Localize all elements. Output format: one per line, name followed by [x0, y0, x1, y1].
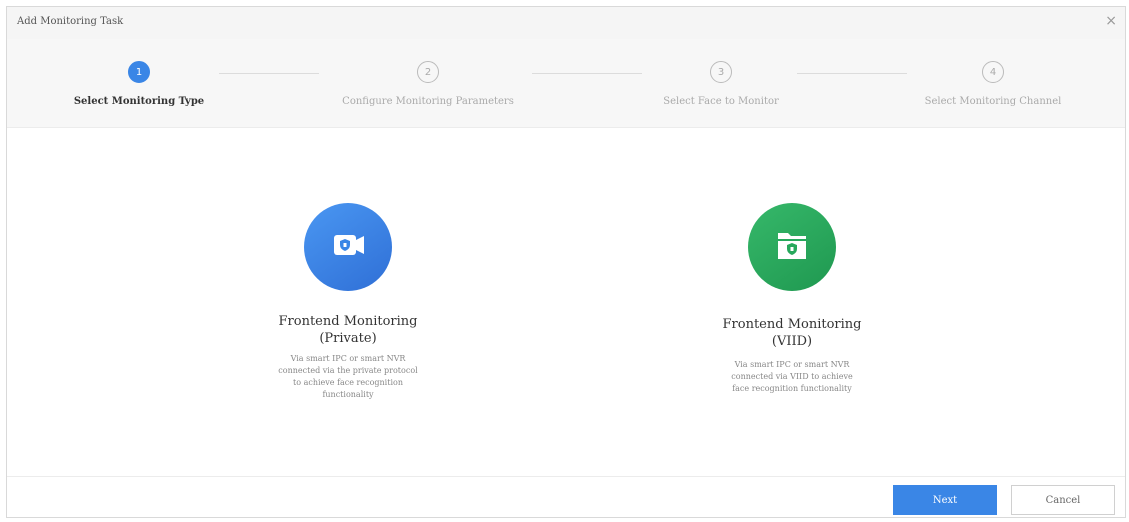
- option-viid-title-line1: Frontend Monitoring: [722, 317, 862, 332]
- option-viid-icon-circle: [748, 203, 836, 291]
- option-viid-description: Via smart IPC or smart NVR connected via…: [731, 360, 853, 393]
- option-viid-title-line2: (VIID): [771, 334, 813, 349]
- step-3-label: Select Face to Monitor: [663, 96, 779, 107]
- step-2-label: Configure Monitoring Parameters: [342, 96, 514, 107]
- dialog-footer: Next Cancel: [7, 476, 1125, 517]
- step-2-indicator: 2: [417, 61, 439, 83]
- dialog-title: Add Monitoring Task: [17, 16, 124, 27]
- option-private-title-line1: Frontend Monitoring: [278, 314, 418, 329]
- camera-icon: [334, 235, 364, 255]
- cancel-button[interactable]: Cancel: [1011, 485, 1115, 515]
- step-indicator: 1 Select Monitoring Type 2 Configure Mon…: [7, 39, 1125, 128]
- step-connector: [797, 73, 907, 74]
- option-private-description: Via smart IPC or smart NVR connected via…: [278, 354, 418, 399]
- step-1-label: Select Monitoring Type: [73, 96, 205, 107]
- step-3-indicator: 3: [710, 61, 732, 83]
- step-connector: [219, 73, 319, 74]
- step-4-indicator: 4: [982, 61, 1004, 83]
- dialog-titlebar: Add Monitoring Task ×: [7, 7, 1125, 40]
- next-button[interactable]: Next: [893, 485, 997, 515]
- step-1-indicator: 1: [128, 61, 150, 83]
- step-connector: [532, 73, 642, 74]
- option-frontend-private[interactable]: Frontend Monitoring (Private) Via smart …: [228, 203, 468, 413]
- option-private-title-line2: (Private): [319, 331, 377, 346]
- option-frontend-viid[interactable]: Frontend Monitoring (VIID) Via smart IPC…: [672, 203, 912, 413]
- add-monitoring-task-dialog: Add Monitoring Task × 1 Select Monitorin…: [6, 6, 1126, 518]
- close-icon[interactable]: ×: [1105, 13, 1117, 29]
- folder-icon: [778, 233, 806, 259]
- option-private-icon-circle: [304, 203, 392, 291]
- step-4-label: Select Monitoring Channel: [924, 96, 1062, 107]
